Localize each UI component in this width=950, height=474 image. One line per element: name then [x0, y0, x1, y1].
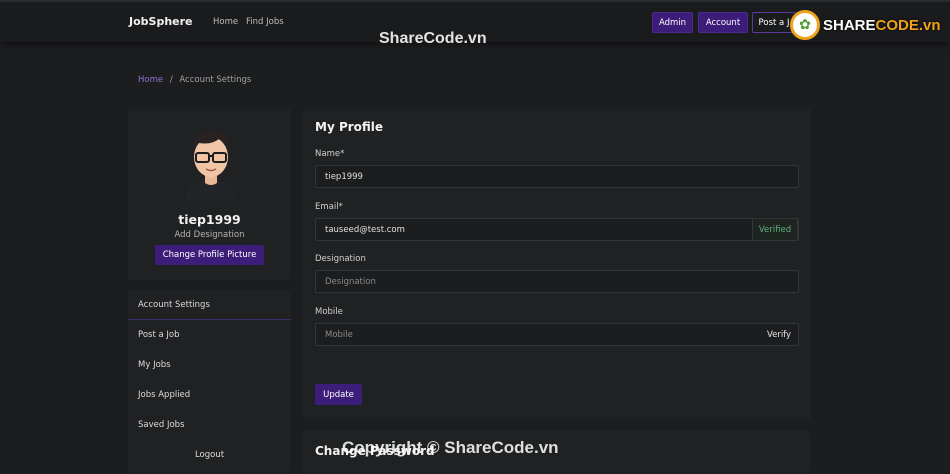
email-verified-badge: Verified — [752, 218, 798, 241]
my-profile-title: My Profile — [315, 120, 384, 134]
designation-label: Designation — [315, 254, 366, 264]
name-field[interactable]: tiep1999 — [315, 165, 799, 188]
side-menu-post-a-job[interactable]: Post a Job — [128, 320, 291, 350]
mobile-verify-button[interactable]: Verify — [760, 323, 798, 346]
watermark-text-bottom: Copyright © ShareCode.vn — [342, 438, 559, 457]
brand-logo-text[interactable]: JobSphere — [129, 15, 193, 28]
nav-link-find-jobs[interactable]: Find Jobs — [246, 17, 284, 27]
sharecode-logo-text: SHARECODE.vn — [823, 16, 941, 34]
nav-link-home[interactable]: Home — [213, 17, 238, 27]
avatar — [185, 131, 237, 201]
name-label: Name* — [315, 149, 345, 159]
side-menu-logout[interactable]: Logout — [128, 440, 291, 470]
email-field[interactable]: tauseed@test.com Verified — [315, 218, 799, 241]
breadcrumb: Home / Account Settings — [138, 75, 251, 85]
email-value: tauseed@test.com — [325, 224, 405, 235]
account-button[interactable]: Account — [698, 12, 748, 33]
update-button[interactable]: Update — [315, 384, 362, 405]
profile-username: tiep1999 — [178, 212, 241, 227]
change-profile-picture-button[interactable]: Change Profile Picture — [155, 245, 264, 265]
sharecode-logo: ✿ SHARECODE.vn — [790, 8, 950, 42]
email-label: Email* — [315, 202, 343, 212]
profile-designation: Add Designation — [174, 230, 245, 240]
profile-card: tiep1999 Add Designation Change Profile … — [128, 108, 291, 280]
account-side-menu: Account Settings Post a Job My Jobs Jobs… — [128, 290, 291, 474]
designation-field[interactable]: Designation — [315, 270, 799, 293]
mobile-label: Mobile — [315, 307, 343, 317]
breadcrumb-current: Account Settings — [179, 75, 252, 85]
mobile-field[interactable]: Mobile Verify — [315, 323, 799, 346]
watermark-text-top: ShareCode.vn — [379, 30, 487, 47]
side-menu-account-settings[interactable]: Account Settings — [128, 290, 291, 320]
breadcrumb-separator: / — [169, 75, 173, 85]
breadcrumb-home-link[interactable]: Home — [138, 75, 163, 85]
sharecode-logo-icon: ✿ — [790, 10, 820, 40]
side-menu-jobs-applied[interactable]: Jobs Applied — [128, 380, 291, 410]
my-profile-card: My Profile Name* tiep1999 Email* tauseed… — [303, 108, 811, 420]
mobile-placeholder: Mobile — [325, 329, 353, 340]
side-menu-my-jobs[interactable]: My Jobs — [128, 350, 291, 380]
admin-button[interactable]: Admin — [652, 12, 693, 33]
side-menu-saved-jobs[interactable]: Saved Jobs — [128, 410, 291, 440]
